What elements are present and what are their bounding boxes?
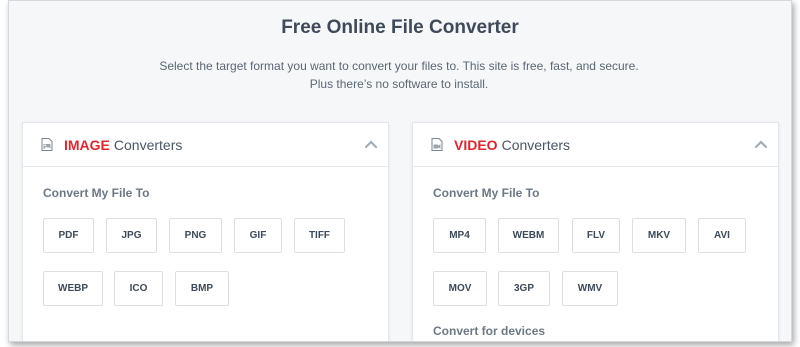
format-button-pdf[interactable]: PDF (43, 218, 94, 253)
video-converters-card: VIDEO Converters Convert My File To MP4 W… (412, 122, 779, 341)
image-section-label: Convert My File To (43, 186, 150, 200)
page-subtitle: Select the target format you want to con… (159, 59, 639, 91)
format-button-mov[interactable]: MOV (433, 271, 487, 306)
chevron-up-icon[interactable] (364, 137, 378, 151)
format-button-wmv[interactable]: WMV (562, 271, 618, 306)
video-converters-header[interactable]: VIDEO Converters (413, 123, 778, 167)
video-file-icon (431, 138, 443, 151)
format-button-jpg[interactable]: JPG (106, 218, 157, 253)
format-button-gif[interactable]: GIF (234, 218, 282, 253)
video-converters-title: Converters (501, 136, 571, 153)
format-button-webp[interactable]: WEBP (43, 271, 103, 306)
image-converters-card: IMAGE Converters Convert My File To PDF J… (22, 122, 389, 341)
devices-section-label: Convert for devices (433, 324, 546, 338)
video-section-label: Convert My File To (433, 186, 540, 200)
image-file-icon (41, 138, 53, 151)
format-button-tiff[interactable]: TIFF (294, 218, 345, 253)
page-title: Free Online File Converter (281, 17, 519, 38)
image-converters-header[interactable]: IMAGE Converters (23, 123, 388, 167)
format-button-webm[interactable]: WEBM (498, 218, 559, 253)
format-button-bmp[interactable]: BMP (175, 271, 229, 306)
format-button-mkv[interactable]: MKV (632, 218, 686, 253)
format-button-avi[interactable]: AVI (698, 218, 746, 253)
chevron-up-icon[interactable] (754, 137, 768, 151)
format-button-3gp[interactable]: 3GP (498, 271, 550, 306)
format-button-flv[interactable]: FLV (572, 218, 620, 253)
image-converters-accent: IMAGE (64, 136, 110, 153)
image-converters-title: Converters (113, 136, 183, 153)
format-button-ico[interactable]: ICO (114, 271, 163, 306)
format-button-mp4[interactable]: MP4 (433, 218, 486, 253)
video-converters-accent: VIDEO (454, 136, 498, 153)
format-button-png[interactable]: PNG (169, 218, 222, 253)
screenshot-frame: Free Online File Converter Select the ta… (8, 0, 792, 342)
